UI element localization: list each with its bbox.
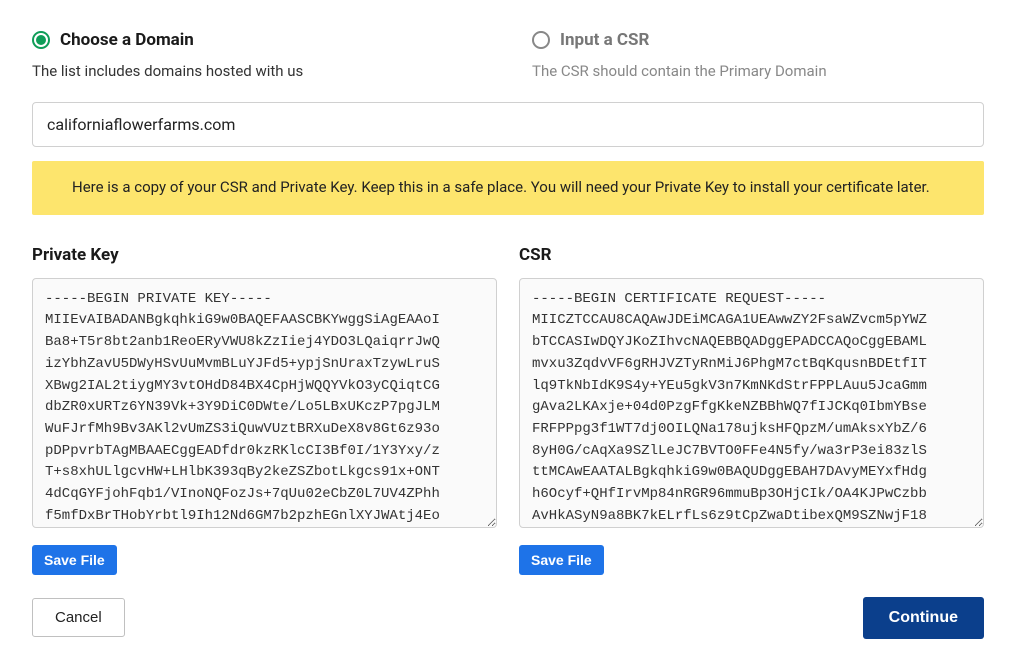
cancel-button[interactable]: Cancel bbox=[32, 598, 125, 637]
private-key-textarea[interactable] bbox=[32, 278, 497, 528]
private-key-heading: Private Key bbox=[32, 243, 497, 268]
form-footer: Cancel Continue bbox=[32, 597, 984, 639]
csr-heading: CSR bbox=[519, 243, 984, 268]
private-key-column: Private Key Save File bbox=[32, 243, 497, 574]
domain-or-csr-options: Choose a Domain The list includes domain… bbox=[32, 28, 984, 82]
radio-unselected-icon bbox=[532, 31, 550, 49]
choose-domain-label: Choose a Domain bbox=[60, 28, 194, 53]
choose-domain-desc: The list includes domains hosted with us bbox=[32, 61, 484, 83]
domain-input[interactable] bbox=[32, 102, 984, 147]
save-private-key-button[interactable]: Save File bbox=[32, 545, 117, 575]
keys-section: Private Key Save File CSR Save File bbox=[32, 243, 984, 574]
option-choose-domain[interactable]: Choose a Domain The list includes domain… bbox=[32, 28, 484, 82]
continue-button[interactable]: Continue bbox=[863, 597, 984, 639]
csr-column: CSR Save File bbox=[519, 243, 984, 574]
radio-selected-icon bbox=[32, 31, 50, 49]
key-safety-notice: Here is a copy of your CSR and Private K… bbox=[32, 161, 984, 215]
input-csr-desc: The CSR should contain the Primary Domai… bbox=[532, 61, 984, 83]
input-csr-label: Input a CSR bbox=[560, 28, 649, 53]
csr-generation-form: Choose a Domain The list includes domain… bbox=[0, 28, 1016, 663]
save-csr-button[interactable]: Save File bbox=[519, 545, 604, 575]
option-input-csr[interactable]: Input a CSR The CSR should contain the P… bbox=[532, 28, 984, 82]
csr-textarea[interactable] bbox=[519, 278, 984, 528]
